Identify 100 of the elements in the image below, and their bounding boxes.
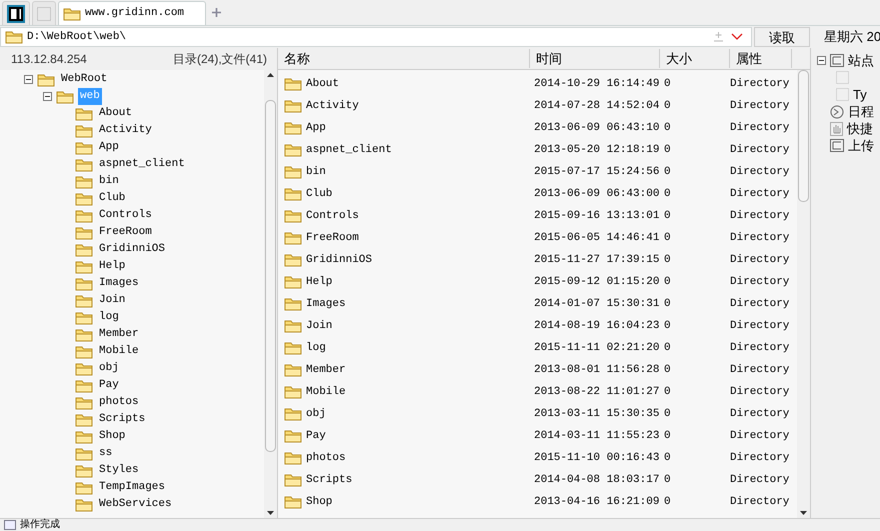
tree-item[interactable]: App (97, 139, 121, 156)
tree-item[interactable]: WebServices (97, 496, 174, 513)
folder-icon (284, 451, 302, 465)
tree-item[interactable]: obj (97, 360, 121, 377)
file-size: 0 (663, 428, 672, 444)
file-row[interactable]: FreeRoom 2015-06-05 14:46:41 0 Directory (278, 227, 797, 249)
host-address: 113.12.84.254 (11, 51, 87, 68)
file-time: 2014-07-28 14:52:04 (533, 98, 660, 114)
tree-item[interactable]: Images (97, 275, 141, 292)
column-header[interactable]: 属性 (730, 48, 792, 68)
file-attribute: Directory (730, 340, 790, 356)
tree-item[interactable]: log (97, 309, 121, 326)
file-row[interactable]: Club 2013-06-09 06:43:00 0 Directory (278, 183, 797, 205)
tab[interactable] (2, 1, 30, 25)
folder-icon (284, 143, 302, 157)
scroll-down-icon[interactable] (800, 511, 807, 515)
tree-item[interactable]: Member (97, 326, 141, 343)
folder-icon (75, 344, 93, 358)
collapse-icon[interactable] (24, 75, 33, 84)
file-size: 0 (663, 340, 672, 356)
tree-item[interactable]: Club (97, 190, 128, 207)
tree-item[interactable]: Pay (97, 377, 121, 394)
file-row[interactable]: Member 2013-08-01 11:56:28 0 Directory (278, 359, 797, 381)
file-row[interactable]: photos 2015-11-10 00:16:43 0 Directory (278, 447, 797, 469)
add-tab-icon[interactable] (212, 8, 221, 17)
tree-item[interactable]: About (97, 105, 134, 122)
side-tree-item[interactable]: 日程 (848, 102, 874, 122)
file-row[interactable]: Pay 2014-03-11 11:55:23 0 Directory (278, 425, 797, 447)
collapse-icon[interactable] (43, 92, 52, 101)
file-row[interactable]: App 2013-06-09 06:43:10 0 Directory (278, 117, 797, 139)
tree-item[interactable]: Help (97, 258, 128, 275)
scroll-up-icon[interactable] (267, 73, 274, 77)
file-row[interactable]: Scripts 2014-04-08 18:03:17 0 Directory (278, 469, 797, 491)
file-row[interactable]: Activity 2014-07-28 14:52:04 0 Directory (278, 95, 797, 117)
folder-icon (75, 328, 93, 342)
file-time: 2015-11-27 17:39:15 (533, 252, 660, 268)
tree-item[interactable]: bin (97, 173, 121, 190)
column-header[interactable]: 时间 (530, 48, 660, 68)
file-time: 2014-04-08 18:03:17 (533, 472, 660, 488)
file-row[interactable]: aspnet_client 2013-05-20 12:18:19 0 Directory (278, 139, 797, 161)
file-row[interactable]: Controls 2015-09-16 13:13:01 0 Directory (278, 205, 797, 227)
tree-item[interactable]: Shop (97, 428, 128, 445)
file-attribute: Directory (730, 318, 790, 334)
tree-item[interactable]: Styles (97, 462, 141, 479)
file-name: Pay (306, 428, 326, 444)
file-attribute: Directory (730, 450, 790, 466)
file-attribute: Directory (730, 76, 790, 92)
tree-item[interactable]: photos (97, 394, 141, 411)
file-size: 0 (663, 186, 672, 202)
file-name: log (306, 340, 326, 356)
file-row[interactable]: GridinniOS 2015-11-27 17:39:15 0 Directory (278, 249, 797, 271)
tree-item[interactable]: ss (97, 445, 114, 462)
side-tree-item[interactable]: Ty (853, 84, 867, 104)
file-time: 2013-05-20 12:18:19 (533, 142, 660, 158)
tree-item[interactable]: FreeRoom (97, 224, 154, 241)
tree-item[interactable]: Controls (97, 207, 154, 224)
path-field[interactable]: D:\WebRoot\web\ (0, 27, 752, 47)
tree-item[interactable]: WebRoot (59, 71, 110, 88)
folder-icon (75, 106, 93, 120)
dropdown-icon[interactable] (731, 33, 743, 41)
file-name: Club (306, 186, 332, 202)
side-tree-item[interactable]: 站点 (848, 50, 874, 70)
side-tree-item[interactable]: 上传 (848, 136, 874, 156)
file-row[interactable]: obj 2013-03-11 15:30:35 0 Directory (278, 403, 797, 425)
side-tree-item[interactable]: 快捷 (847, 118, 873, 138)
file-row[interactable]: log 2015-11-11 02:21:20 0 Directory (278, 337, 797, 359)
scrollbar[interactable] (797, 70, 810, 518)
file-row[interactable]: Images 2014-01-07 15:30:31 0 Directory (278, 293, 797, 315)
collapse-icon[interactable] (817, 56, 826, 65)
scroll-down-icon[interactable] (267, 511, 274, 515)
clock-icon (830, 104, 844, 118)
file-row[interactable]: Join 2014-08-19 16:04:23 0 Directory (278, 315, 797, 337)
tree-item[interactable]: Mobile (97, 343, 141, 360)
folder-icon (75, 446, 93, 460)
file-row[interactable]: Mobile 2013-08-22 11:01:27 0 Directory (278, 381, 797, 403)
status-text: 操作完成 (20, 520, 60, 530)
column-header[interactable]: 名称 (278, 48, 530, 68)
file-attribute: Directory (730, 472, 790, 488)
tree-item[interactable]: aspnet_client (97, 156, 187, 173)
tree-item[interactable]: TempImages (97, 479, 168, 496)
folder-icon (284, 495, 302, 509)
tab[interactable]: www.gridinn.com (58, 1, 206, 25)
tree-item[interactable]: Join (97, 292, 128, 309)
file-row[interactable]: bin 2015-07-17 15:24:56 0 Directory (278, 161, 797, 183)
scrollbar[interactable] (264, 70, 277, 518)
column-header[interactable]: 大小 (660, 48, 730, 68)
file-row[interactable]: About 2014-10-29 16:14:49 0 Directory (278, 73, 797, 95)
file-attribute: Directory (730, 98, 790, 114)
file-row[interactable]: Shop 2013-04-16 16:21:09 0 Directory (278, 491, 797, 513)
read-button[interactable]: 读取 (754, 27, 810, 47)
file-row[interactable]: Help 2015-09-12 01:15:20 0 Directory (278, 271, 797, 293)
file-time: 2013-08-01 11:56:28 (533, 362, 660, 378)
folder-icon (75, 226, 93, 240)
tree-item[interactable]: Activity (97, 122, 154, 139)
file-time: 2015-06-05 14:46:41 (533, 230, 660, 246)
folder-icon (75, 294, 93, 308)
file-size: 0 (663, 318, 672, 334)
file-name: Mobile (306, 384, 346, 400)
tree-item[interactable]: Scripts (97, 411, 148, 428)
tree-item[interactable]: GridinniOS (97, 241, 168, 258)
